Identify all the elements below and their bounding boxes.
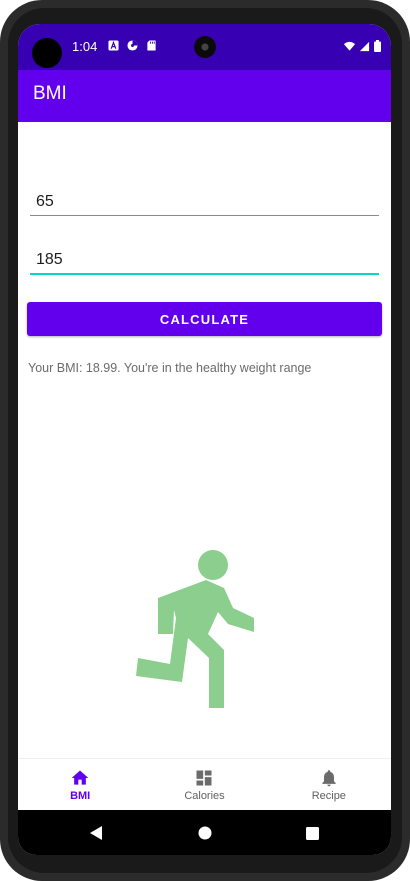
app-title: BMI: [33, 83, 67, 104]
back-triangle-icon: [90, 826, 102, 840]
weight-underline: [30, 215, 379, 216]
height-underline: [30, 273, 379, 275]
dashboard-icon: [196, 770, 212, 786]
data-saver-icon: [127, 40, 138, 51]
sd-card-icon: [147, 40, 156, 51]
battery-icon: [374, 40, 381, 52]
height-field[interactable]: [30, 247, 379, 275]
home-button[interactable]: [195, 823, 215, 843]
height-input[interactable]: [30, 247, 379, 273]
home-circle-icon: [198, 826, 212, 840]
back-button[interactable]: [86, 823, 106, 843]
bmi-result-text: Your BMI: 18.99. You're in the healthy w…: [28, 361, 312, 375]
wifi-icon: [344, 41, 355, 51]
nav-label-calories: Calories: [184, 790, 225, 802]
bell-icon: [322, 770, 336, 787]
signal-icon: [359, 41, 370, 51]
home-icon: [71, 770, 89, 785]
a-notification-icon: [108, 40, 119, 51]
nav-item-calories[interactable]: Calories: [142, 759, 266, 811]
nav-item-bmi[interactable]: BMI: [18, 759, 142, 811]
nav-item-recipe[interactable]: Recipe: [267, 759, 391, 811]
weight-field[interactable]: [30, 189, 379, 216]
front-camera: [194, 36, 216, 58]
system-navigation-bar: [18, 810, 391, 855]
bottom-navigation: BMI Calories Recipe: [18, 758, 391, 811]
nav-label-bmi: BMI: [70, 790, 91, 802]
nav-label-recipe: Recipe: [311, 790, 346, 802]
status-notification-icons: [108, 40, 157, 51]
recents-square-icon: [305, 826, 319, 840]
running-person-icon: [136, 550, 254, 708]
app-bar: BMI: [18, 70, 391, 122]
status-time: 1:04: [72, 39, 98, 54]
status-bar: 1:04: [18, 24, 391, 70]
weight-input[interactable]: [30, 189, 379, 215]
status-system-icons: [344, 40, 381, 52]
phone-screen: 1:04 BMI 65 185 CALCULATE Your BMI: 18.9…: [18, 24, 391, 855]
front-sensor: [32, 38, 62, 68]
calculate-button[interactable]: CALCULATE: [27, 302, 382, 336]
recents-button[interactable]: [302, 823, 322, 843]
